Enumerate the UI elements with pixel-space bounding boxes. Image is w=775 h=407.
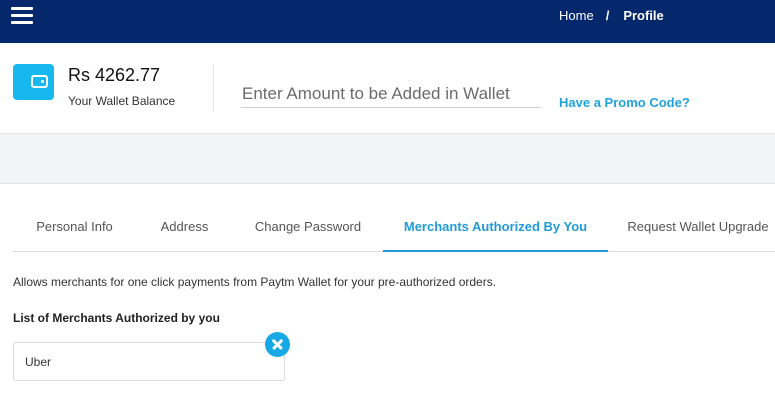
tab-address[interactable]: Address bbox=[136, 204, 233, 252]
gray-band bbox=[0, 134, 775, 184]
merchants-list-title: List of Merchants Authorized by you bbox=[13, 311, 220, 325]
breadcrumb-current: Profile bbox=[623, 8, 664, 23]
tab-change-password[interactable]: Change Password bbox=[233, 204, 383, 252]
close-circle-icon[interactable] bbox=[265, 332, 290, 357]
merchant-name: Uber bbox=[25, 355, 52, 369]
divider bbox=[213, 64, 214, 112]
wallet-balance: Rs 4262.77 bbox=[68, 65, 161, 85]
breadcrumb-home-link[interactable]: Home bbox=[559, 8, 594, 23]
tab-request-wallet-upgrade[interactable]: Request Wallet Upgrade bbox=[608, 204, 775, 252]
tab-merchants-authorized[interactable]: Merchants Authorized By You bbox=[383, 204, 608, 252]
profile-tabs: Personal Info Address Change Password Me… bbox=[13, 204, 775, 252]
wallet-icon bbox=[13, 64, 54, 100]
wallet-panel: Rs 4262.77 Your Wallet Balance Have a Pr… bbox=[0, 43, 775, 134]
add-amount-input[interactable] bbox=[241, 80, 541, 108]
merchants-description: Allows merchants for one click payments … bbox=[13, 275, 497, 289]
breadcrumb-separator: / bbox=[605, 8, 610, 23]
top-navbar: Home / Profile bbox=[0, 0, 775, 43]
merchant-item: Uber bbox=[13, 342, 285, 381]
tab-personal-info[interactable]: Personal Info bbox=[13, 204, 136, 252]
promo-code-link[interactable]: Have a Promo Code? bbox=[559, 95, 690, 110]
breadcrumb: Home / Profile bbox=[559, 8, 664, 23]
hamburger-menu-icon[interactable] bbox=[11, 5, 33, 25]
wallet-balance-label: Your Wallet Balance bbox=[68, 94, 176, 108]
